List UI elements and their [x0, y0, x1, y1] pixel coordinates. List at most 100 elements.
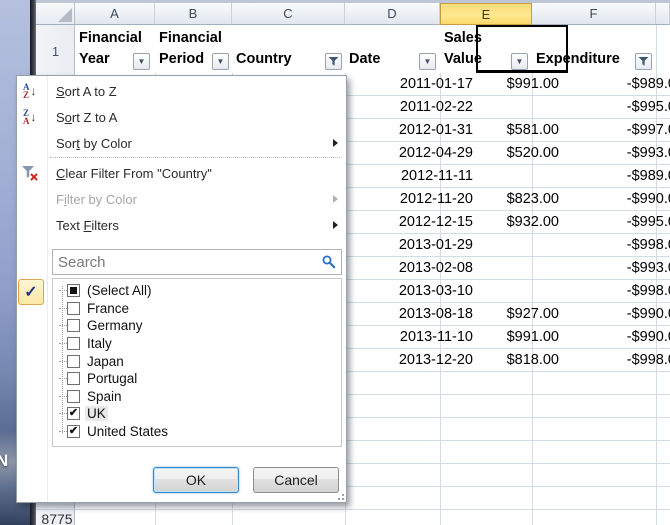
cell-expenditure[interactable]: -$989.00 [568, 73, 670, 96]
cell-sales[interactable]: $818.00 [476, 349, 568, 372]
filter-dropdown-button-date[interactable]: ▼ [419, 53, 436, 70]
checkbox-unchecked[interactable] [67, 390, 80, 403]
checkbox-indeterminate[interactable] [67, 284, 80, 297]
cell-sales[interactable]: $991.00 [476, 73, 568, 96]
cell-expenditure[interactable]: -$990.00 [568, 188, 670, 211]
checkbox-unchecked[interactable] [67, 337, 80, 350]
cell-expenditure[interactable]: -$998.00 [568, 234, 670, 257]
menu-item-sort-a-to-z[interactable]: AZ ↓ Sort A to Z [17, 78, 346, 104]
cell-sales[interactable] [476, 96, 568, 119]
field-label: Financial [159, 30, 222, 46]
cell-sales[interactable] [476, 234, 568, 257]
filter-dropdown-button-sales[interactable]: ▼ [511, 53, 528, 70]
cell-expenditure[interactable]: -$997.00 [568, 119, 670, 142]
cell-expenditure[interactable]: -$998.00 [568, 280, 670, 303]
cell-date[interactable]: 2012-11-20 [381, 188, 476, 211]
list-item-united-states[interactable]: ✔ United States [53, 423, 341, 441]
cell-sales[interactable]: $520.00 [476, 142, 568, 165]
column-header-f[interactable]: F [532, 3, 656, 25]
column-header-g-partial[interactable] [656, 3, 670, 25]
checkbox-unchecked[interactable] [67, 319, 80, 332]
checkbox-unchecked[interactable] [67, 302, 80, 315]
cell-sales[interactable] [476, 165, 568, 188]
select-all-corner[interactable] [36, 3, 75, 25]
column-header-a[interactable]: A [75, 3, 155, 25]
list-item-label: Spain [85, 389, 124, 404]
row-header-1[interactable]: 1 [36, 44, 75, 59]
cell-date[interactable]: 2013-03-10 [381, 280, 476, 303]
clear-filter-icon [21, 163, 45, 183]
cell-expenditure[interactable]: -$993.00 [568, 142, 670, 165]
cell-date[interactable]: 2011-01-17 [381, 73, 476, 96]
list-item-uk[interactable]: ✔ UK [53, 405, 341, 423]
filter-funnel-button-expenditure[interactable] [635, 53, 652, 70]
checkbox-unchecked[interactable] [67, 355, 80, 368]
submenu-arrow-icon [333, 195, 338, 203]
column-header-b[interactable]: B [155, 3, 232, 25]
checkbox-checked[interactable]: ✔ [67, 425, 80, 438]
cell-expenditure[interactable]: -$998.00 [568, 349, 670, 372]
cell-expenditure[interactable]: -$989.00 [568, 165, 670, 188]
field-label: Country [236, 49, 292, 70]
menu-item-sort-z-to-a[interactable]: ZA ↓ Sort Z to A [17, 104, 346, 130]
cell-sales[interactable]: $927.00 [476, 303, 568, 326]
dropdown-arrow-icon: ▼ [516, 58, 524, 66]
cell-expenditure[interactable]: -$993.00 [568, 257, 670, 280]
tree-stub [59, 343, 67, 344]
cell-expenditure[interactable]: -$990.00 [568, 303, 670, 326]
filter-value-list: (Select All) France Germany Italy Japan [52, 278, 342, 447]
cell-sales[interactable] [476, 257, 568, 280]
cell-sales[interactable] [476, 280, 568, 303]
list-item-germany[interactable]: Germany [53, 317, 341, 335]
cell-date[interactable]: 2012-12-15 [381, 211, 476, 234]
search-input[interactable] [52, 249, 342, 275]
cell-expenditure[interactable]: -$995.00 [568, 96, 670, 119]
list-item-japan[interactable]: Japan [53, 352, 341, 370]
checkbox-checked[interactable]: ✔ [67, 407, 80, 420]
menu-item-filter-by-color[interactable]: Filter by Color [17, 186, 346, 212]
filter-dropdown-button-period[interactable]: ▼ [212, 53, 229, 70]
screen: N A B C D E F 1 8775 Financial Year Fina… [0, 0, 670, 525]
cell-date[interactable]: 2012-04-29 [381, 142, 476, 165]
field-label: Value [444, 51, 482, 67]
cell-sales[interactable]: $932.00 [476, 211, 568, 234]
column-header-d[interactable]: D [345, 3, 440, 25]
cell-date[interactable]: 2013-11-10 [381, 326, 476, 349]
cell-expenditure[interactable]: -$995.00 [568, 211, 670, 234]
dropdown-arrow-icon: ▼ [217, 58, 225, 66]
column-header-e-selected[interactable]: E [440, 3, 532, 25]
list-item-france[interactable]: France [53, 300, 341, 318]
checkbox-unchecked[interactable] [67, 372, 80, 385]
ok-button[interactable]: OK [153, 467, 239, 493]
row-header-8775[interactable]: 8775 [36, 511, 78, 525]
cell-date[interactable]: 2012-11-11 [381, 165, 476, 188]
list-item-italy[interactable]: Italy [53, 335, 341, 353]
cell-date[interactable]: 2013-12-20 [381, 349, 476, 372]
cell-date[interactable]: 2013-08-18 [381, 303, 476, 326]
field-label: Sales [444, 30, 482, 46]
select-all-triangle-icon [58, 8, 72, 22]
cell-sales[interactable]: $581.00 [476, 119, 568, 142]
cancel-button[interactable]: Cancel [253, 467, 339, 493]
filter-funnel-button-country[interactable] [325, 53, 342, 70]
filter-dropdown-button-year[interactable]: ▼ [133, 53, 150, 70]
list-item-select-all[interactable]: (Select All) [53, 282, 341, 300]
menu-item-text-filters[interactable]: Text Filters [17, 212, 346, 238]
tree-stub [59, 325, 67, 326]
list-item-portugal[interactable]: Portugal [53, 370, 341, 388]
cell-expenditure[interactable]: -$990.00 [568, 326, 670, 349]
list-item-label: UK [85, 406, 108, 421]
cell-sales[interactable]: $991.00 [476, 326, 568, 349]
menu-item-sort-by-color[interactable]: Sort by Color [17, 130, 346, 156]
cell-date[interactable]: 2012-01-31 [381, 119, 476, 142]
cell-date[interactable]: 2013-02-08 [381, 257, 476, 280]
resize-grip[interactable] [334, 490, 344, 500]
menu-item-label: Text Filters [56, 218, 119, 233]
column-header-c[interactable]: C [232, 3, 345, 25]
cell-date[interactable]: 2011-02-22 [381, 96, 476, 119]
cell-sales[interactable]: $823.00 [476, 188, 568, 211]
menu-item-clear-filter[interactable]: Clear Filter From "Country" [17, 160, 346, 186]
list-item-label: Germany [85, 318, 145, 333]
cell-date[interactable]: 2013-01-29 [381, 234, 476, 257]
list-item-spain[interactable]: Spain [53, 388, 341, 406]
